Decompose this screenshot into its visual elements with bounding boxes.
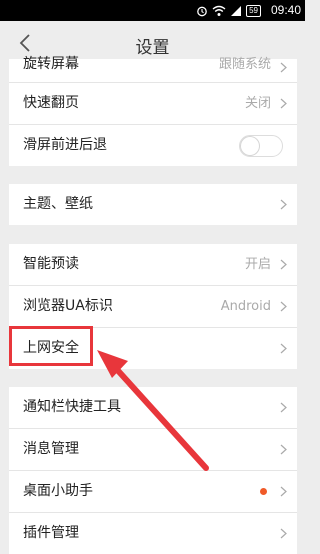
annotation-arrow bbox=[97, 350, 209, 471]
